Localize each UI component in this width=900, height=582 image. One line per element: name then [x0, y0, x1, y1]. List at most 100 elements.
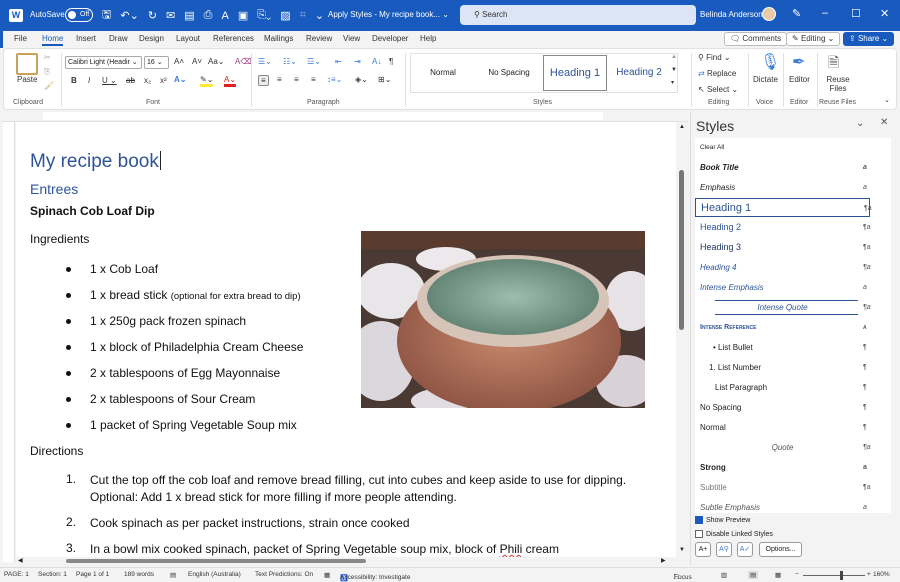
document-page[interactable]: My recipe book Entrees Spinach Cob Loaf … [16, 122, 676, 557]
style-inspector-button[interactable]: A⚲ [716, 542, 732, 557]
style-item-intense-reference[interactable]: Intense Reference a [695, 318, 870, 337]
print-icon[interactable]: ⎙ [204, 9, 213, 22]
shading-icon[interactable]: ◈⌄ [355, 75, 368, 84]
ingredients-heading[interactable]: Ingredients [30, 232, 89, 246]
spelling-error[interactable]: Phili [500, 542, 523, 556]
style-item-list-bullet[interactable]: • List Bullet ¶ [695, 338, 870, 357]
scroll-down-icon[interactable]: ▼ [679, 547, 685, 553]
recipe-name[interactable]: Spinach Cob Loaf Dip [30, 204, 155, 218]
minimize-button[interactable]: – [822, 7, 828, 19]
touch-mode-icon[interactable]: ⌗ [300, 9, 306, 22]
style-normal[interactable]: Normal [412, 55, 474, 91]
increase-indent-icon[interactable]: ⇥ [354, 57, 361, 66]
status-section[interactable]: Section: 1 [38, 571, 67, 578]
reuse-files-icon[interactable]: 🗎 [828, 52, 839, 76]
style-item-heading-2[interactable]: Heading 2 ¶a [695, 218, 871, 237]
horizontal-ruler[interactable] [3, 110, 688, 122]
style-item-strong[interactable]: Strong a [695, 458, 870, 477]
tab-view[interactable]: View [343, 34, 360, 43]
style-item-subtitle[interactable]: Subtitle ¶a [695, 478, 871, 497]
screenshot-icon[interactable]: ▨ [280, 9, 290, 22]
align-center-icon[interactable]: ≡ [277, 75, 282, 84]
avatar[interactable] [762, 7, 776, 21]
style-item-heading-1[interactable]: Heading 1 ¶a [695, 198, 872, 217]
tab-home[interactable]: Home [42, 34, 64, 46]
zoom-slider[interactable] [803, 571, 865, 580]
styles-scroll-up[interactable]: ▲ [671, 54, 677, 60]
zoom-out-button[interactable]: − [795, 571, 799, 578]
highlight-icon[interactable]: ✎⌄ [200, 75, 214, 87]
tab-developer[interactable]: Developer [372, 34, 408, 43]
style-item-book-title[interactable]: Book Title a [695, 158, 870, 177]
copy-icon[interactable]: ⎘ [44, 67, 50, 77]
disable-linked-styles-checkbox[interactable]: Disable Linked Styles [695, 530, 773, 538]
tab-insert[interactable]: Insert [76, 34, 96, 43]
tab-references[interactable]: References [213, 34, 254, 43]
dictate-button[interactable]: Dictate [753, 75, 778, 84]
font-size-select[interactable]: 16 ⌄ [144, 56, 169, 69]
grow-font-icon[interactable]: A˄ [174, 57, 184, 66]
undo-icon[interactable]: ↶⌄ [120, 9, 138, 22]
print-layout-icon[interactable]: ▤ [748, 571, 759, 579]
zoom-slider-handle[interactable] [840, 571, 844, 580]
editing-mode-button[interactable]: ✎ Editing ⌄ [786, 32, 841, 46]
redo-icon[interactable]: ↻ [148, 9, 157, 22]
style-item-clear-all[interactable]: Clear All [695, 138, 870, 157]
tab-layout[interactable]: Layout [176, 34, 200, 43]
style-item-quote[interactable]: Quote ¶a [695, 438, 871, 457]
new-style-button[interactable]: A+ [695, 542, 711, 557]
format-painter-icon[interactable]: 🖌 [44, 81, 54, 90]
paste-icon[interactable] [16, 53, 38, 75]
style-heading-1[interactable]: Heading 1 [543, 55, 607, 91]
style-item-emphasis[interactable]: Emphasis a [695, 178, 870, 197]
tab-file[interactable]: File [14, 34, 27, 43]
maximize-button[interactable]: ☐ [851, 7, 861, 20]
font-name-select[interactable]: Calibri Light (Headir ⌄ [65, 56, 142, 69]
align-right-icon[interactable]: ≡ [294, 75, 299, 84]
paste-special-icon[interactable]: ⎘⌄ [257, 9, 271, 22]
editor-icon[interactable]: ✒ [792, 52, 805, 72]
styles-more[interactable]: ▾ [671, 79, 674, 86]
heading-section[interactable]: Entrees [30, 181, 78, 197]
style-item-list-paragraph[interactable]: List Paragraph ¶ [695, 378, 870, 397]
clear-formatting-icon[interactable]: A⌫ [235, 57, 252, 66]
tab-draw[interactable]: Draw [109, 34, 128, 43]
align-left-icon[interactable]: ≡ [258, 75, 269, 86]
sort-icon[interactable]: A↓ [372, 57, 381, 66]
form-icon[interactable]: ▣ [238, 9, 248, 22]
subscript-icon[interactable]: x₂ [144, 76, 151, 85]
read-aloud-icon[interactable]: A [221, 10, 228, 22]
collapse-ribbon-icon[interactable]: ⌄ [884, 96, 890, 104]
horizontal-scrollbar[interactable]: ◀ ▶ [16, 557, 676, 566]
style-item-heading-3[interactable]: Heading 3 ¶a [695, 238, 871, 257]
vertical-scroll-thumb[interactable] [679, 170, 684, 330]
paste-button[interactable]: Paste [17, 75, 37, 84]
search-input[interactable]: ⚲ Search [460, 5, 696, 25]
read-mode-icon[interactable]: ▥ [721, 571, 727, 579]
pane-close-icon[interactable]: ✕ [880, 117, 888, 128]
bold-icon[interactable]: B [71, 76, 77, 85]
vertical-ruler[interactable] [3, 122, 15, 562]
directions-heading[interactable]: Directions [30, 444, 83, 458]
decrease-indent-icon[interactable]: ⇤ [335, 57, 342, 66]
web-layout-icon[interactable]: ▦ [775, 571, 781, 579]
proofing-icon[interactable]: ▤ [170, 571, 176, 579]
zoom-in-button[interactable]: + [867, 571, 871, 578]
superscript-icon[interactable]: x² [160, 76, 167, 85]
reuse-files-button[interactable]: Reuse Files [826, 75, 850, 93]
replace-button[interactable]: ⇄ Replace [698, 69, 736, 78]
tab-help[interactable]: Help [420, 34, 436, 43]
macro-recording-icon[interactable]: ▦ [324, 571, 330, 579]
numbering-icon[interactable]: ☷⌄ [283, 57, 297, 66]
options-button[interactable]: Options... [759, 542, 802, 557]
document-title[interactable]: Apply Styles - My recipe book... ⌄ [328, 10, 449, 19]
styles-scroll-down[interactable]: ▼ [671, 67, 677, 73]
show-formatting-icon[interactable]: ¶ [389, 57, 393, 66]
style-heading-2[interactable]: Heading 2 [609, 55, 669, 91]
cut-icon[interactable]: ✂ [44, 53, 51, 62]
style-item-normal[interactable]: Normal ¶ [695, 418, 870, 437]
style-item-list-number[interactable]: 1. List Number ¶ [695, 358, 870, 377]
style-item-intense-quote[interactable]: Intense Quote ¶a [695, 298, 871, 317]
comments-button[interactable]: 🗨 Comments [724, 32, 788, 46]
heading-title[interactable]: My recipe book [30, 151, 161, 173]
